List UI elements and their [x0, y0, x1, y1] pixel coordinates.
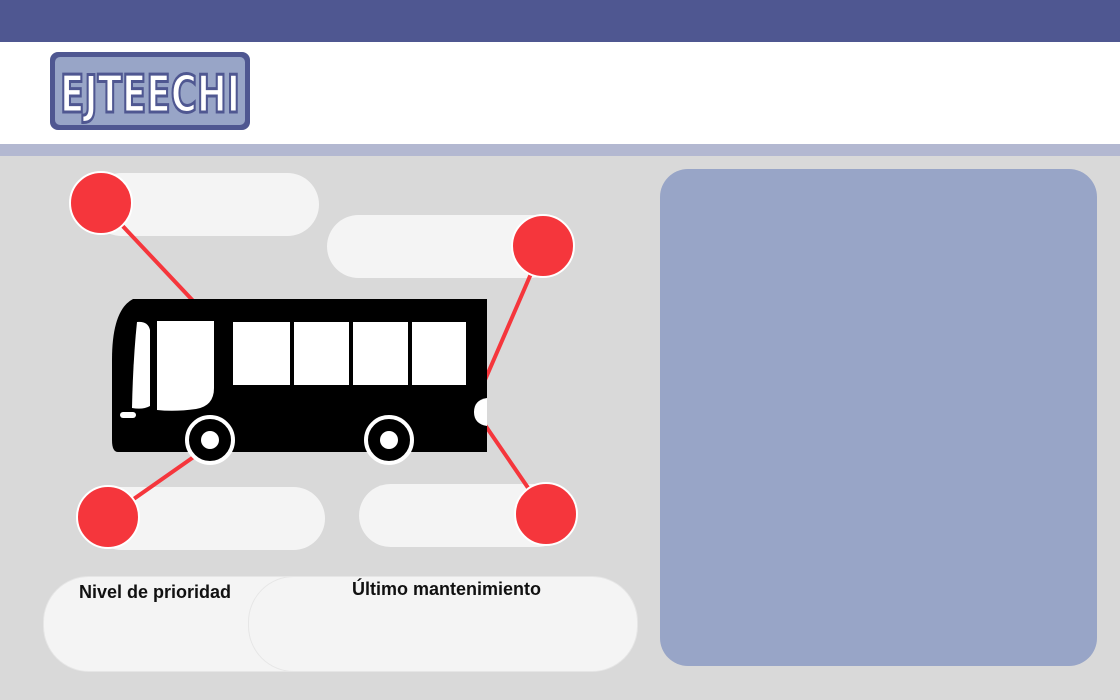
top-bar: [0, 0, 1120, 42]
node-top-right[interactable]: [511, 214, 575, 278]
bus-icon: [112, 299, 487, 465]
priority-label: Nivel de prioridad: [79, 582, 232, 602]
node-bottom-left[interactable]: [76, 485, 140, 549]
node-bottom-right[interactable]: [514, 482, 578, 546]
maintenance-label: Último mantenimiento: [352, 579, 542, 599]
side-panel: [660, 169, 1097, 666]
logo[interactable]: EJTEECHI: [48, 50, 252, 132]
node-top-left[interactable]: [69, 171, 133, 235]
header-divider: [0, 144, 1120, 156]
svg-text:EJTEECHI: EJTEECHI: [60, 65, 240, 125]
